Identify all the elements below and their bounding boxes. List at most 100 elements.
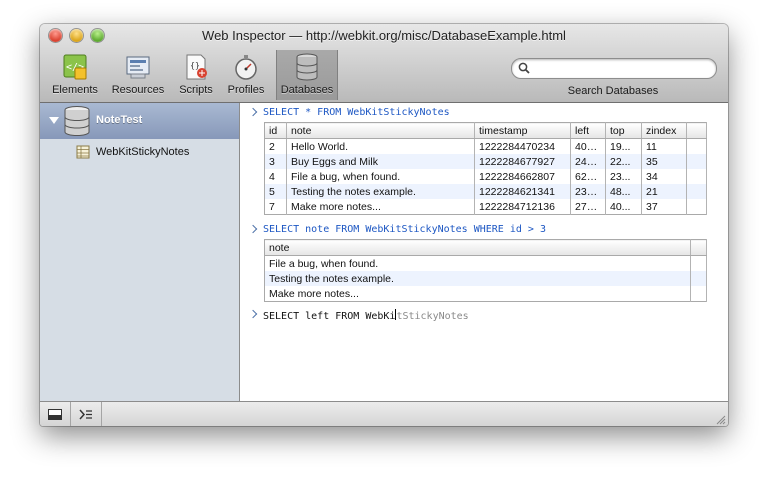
console-icon [79, 409, 92, 420]
window-title: Web Inspector — http://webkit.org/misc/D… [202, 28, 566, 43]
table-row: 7 Make more notes... 1222284712136 278..… [264, 199, 707, 215]
console-toggle-button[interactable] [71, 402, 102, 426]
column-header[interactable]: top [605, 122, 642, 139]
toolbar-elements[interactable]: </> Elements [46, 50, 104, 100]
sidebar-database-notetest[interactable]: NoteTest [40, 103, 239, 139]
table-cell: 5 [264, 184, 287, 199]
sidebar-table-webkitstickynotes[interactable]: WebKitStickyNotes [76, 145, 236, 161]
result-table: note File a bug, when found. Testing the… [264, 239, 707, 302]
column-header-filler [686, 122, 707, 139]
resize-grip-icon[interactable] [716, 415, 726, 425]
table-cell-filler [686, 154, 707, 169]
toolbar-elements-label: Elements [52, 84, 98, 96]
table-cell: 4 [264, 169, 287, 184]
table-cell-filler [686, 169, 707, 184]
table-row: 2 Hello World. 1222284470234 408... 19..… [264, 138, 707, 154]
table-cell: 1222284662807 [474, 169, 571, 184]
table-cell: 34 [641, 169, 687, 184]
table-cell: Testing the notes example. [264, 271, 691, 286]
table-cell: 231... [570, 184, 606, 199]
table-header-row: id note timestamp left top zindex [264, 122, 707, 139]
column-header[interactable]: zindex [641, 122, 687, 139]
query-input-typed: SELECT left FROM WebKi [263, 311, 396, 322]
table-row: 3 Buy Eggs and Milk 1222284677927 240...… [264, 154, 707, 169]
toolbar-databases-label: Databases [280, 84, 334, 96]
table-cell: 1222284470234 [474, 138, 571, 154]
table-cell: 22... [605, 154, 642, 169]
table-name: WebKitStickyNotes [96, 146, 190, 158]
column-header[interactable]: timestamp [474, 122, 571, 139]
table-cell: Make more notes... [286, 199, 475, 215]
table-cell-filler [690, 286, 707, 302]
table-icon [76, 145, 90, 159]
database-name: NoteTest [96, 114, 143, 126]
table-cell: 2 [264, 138, 287, 154]
table-cell: 408... [570, 138, 606, 154]
table-cell: 278... [570, 199, 606, 215]
table-cell-filler [686, 138, 707, 154]
table-cell: 40... [605, 199, 642, 215]
table-cell: 11 [641, 138, 687, 154]
svg-text:{}: {} [190, 61, 200, 70]
toolbar: Web Inspector — http://webkit.org/misc/D… [40, 24, 728, 103]
database-query-console[interactable]: SELECT * FROM WebKitStickyNotes id note … [240, 103, 728, 401]
toolbar-profiles[interactable]: Profiles [217, 50, 275, 100]
table-cell-filler [690, 255, 707, 271]
disclosure-triangle-icon[interactable] [49, 117, 59, 124]
database-icon [64, 106, 90, 136]
toolbar-databases[interactable]: Databases [276, 50, 338, 100]
query-command: SELECT * FROM WebKitStickyNotes [263, 107, 450, 118]
prompt-icon [249, 108, 257, 118]
table-cell: 19... [605, 138, 642, 154]
table-cell-filler [686, 184, 707, 199]
table-cell: 626... [570, 169, 606, 184]
table-cell: 240... [570, 154, 606, 169]
table-header-row: note [264, 239, 707, 256]
table-row: Make more notes... [264, 286, 707, 302]
toolbar-resources[interactable]: Resources [109, 50, 167, 100]
table-cell: 21 [641, 184, 687, 199]
result-table: id note timestamp left top zindex 2 Hell… [264, 122, 707, 215]
table-row: File a bug, when found. [264, 255, 707, 271]
search-field[interactable] [511, 58, 717, 79]
table-cell: 35 [641, 154, 687, 169]
column-header[interactable]: id [264, 122, 287, 139]
table-row: Testing the notes example. [264, 271, 707, 286]
databases-icon [296, 53, 318, 81]
toolbar-resources-label: Resources [111, 84, 165, 96]
query-input-completion: tStickyNotes [396, 311, 469, 322]
search-input[interactable] [534, 60, 710, 77]
table-cell: Testing the notes example. [286, 184, 475, 199]
status-bar [40, 401, 728, 426]
table-cell: 1222284677927 [474, 154, 571, 169]
query-command: SELECT note FROM WebKitStickyNotes WHERE… [263, 224, 546, 235]
table-cell: 37 [641, 199, 687, 215]
table-cell: 1222284621341 [474, 184, 571, 199]
table-cell: 23... [605, 169, 642, 184]
query-input[interactable]: SELECT left FROM WebKitStickyNotes [263, 309, 469, 322]
table-cell-filler [690, 271, 707, 286]
table-row: 4 File a bug, when found. 1222284662807 … [264, 169, 707, 184]
sidebar: NoteTest WebKitStickyNotes [40, 103, 240, 401]
column-header[interactable]: note [264, 239, 691, 256]
web-inspector-window: Web Inspector — http://webkit.org/misc/D… [40, 24, 728, 426]
table-cell: File a bug, when found. [264, 255, 691, 271]
dock-icon [48, 409, 62, 420]
scripts-icon: {} [186, 54, 207, 80]
table-cell: Hello World. [286, 138, 475, 154]
table-cell: 7 [264, 199, 287, 215]
table-cell: 48... [605, 184, 642, 199]
dock-toggle-button[interactable] [40, 402, 71, 426]
column-header[interactable]: left [570, 122, 606, 139]
column-header[interactable]: note [286, 122, 475, 139]
toolbar-profiles-label: Profiles [227, 84, 265, 96]
table-row: 5 Testing the notes example. 12222846213… [264, 184, 707, 199]
table-cell: 3 [264, 154, 287, 169]
elements-icon: </> [63, 54, 87, 80]
resources-icon [126, 56, 150, 79]
table-cell: Buy Eggs and Milk [286, 154, 475, 169]
table-cell: 1222284712136 [474, 199, 571, 215]
search-label: Search Databases [567, 85, 659, 97]
prompt-icon [249, 310, 257, 320]
column-header-filler [690, 239, 707, 256]
